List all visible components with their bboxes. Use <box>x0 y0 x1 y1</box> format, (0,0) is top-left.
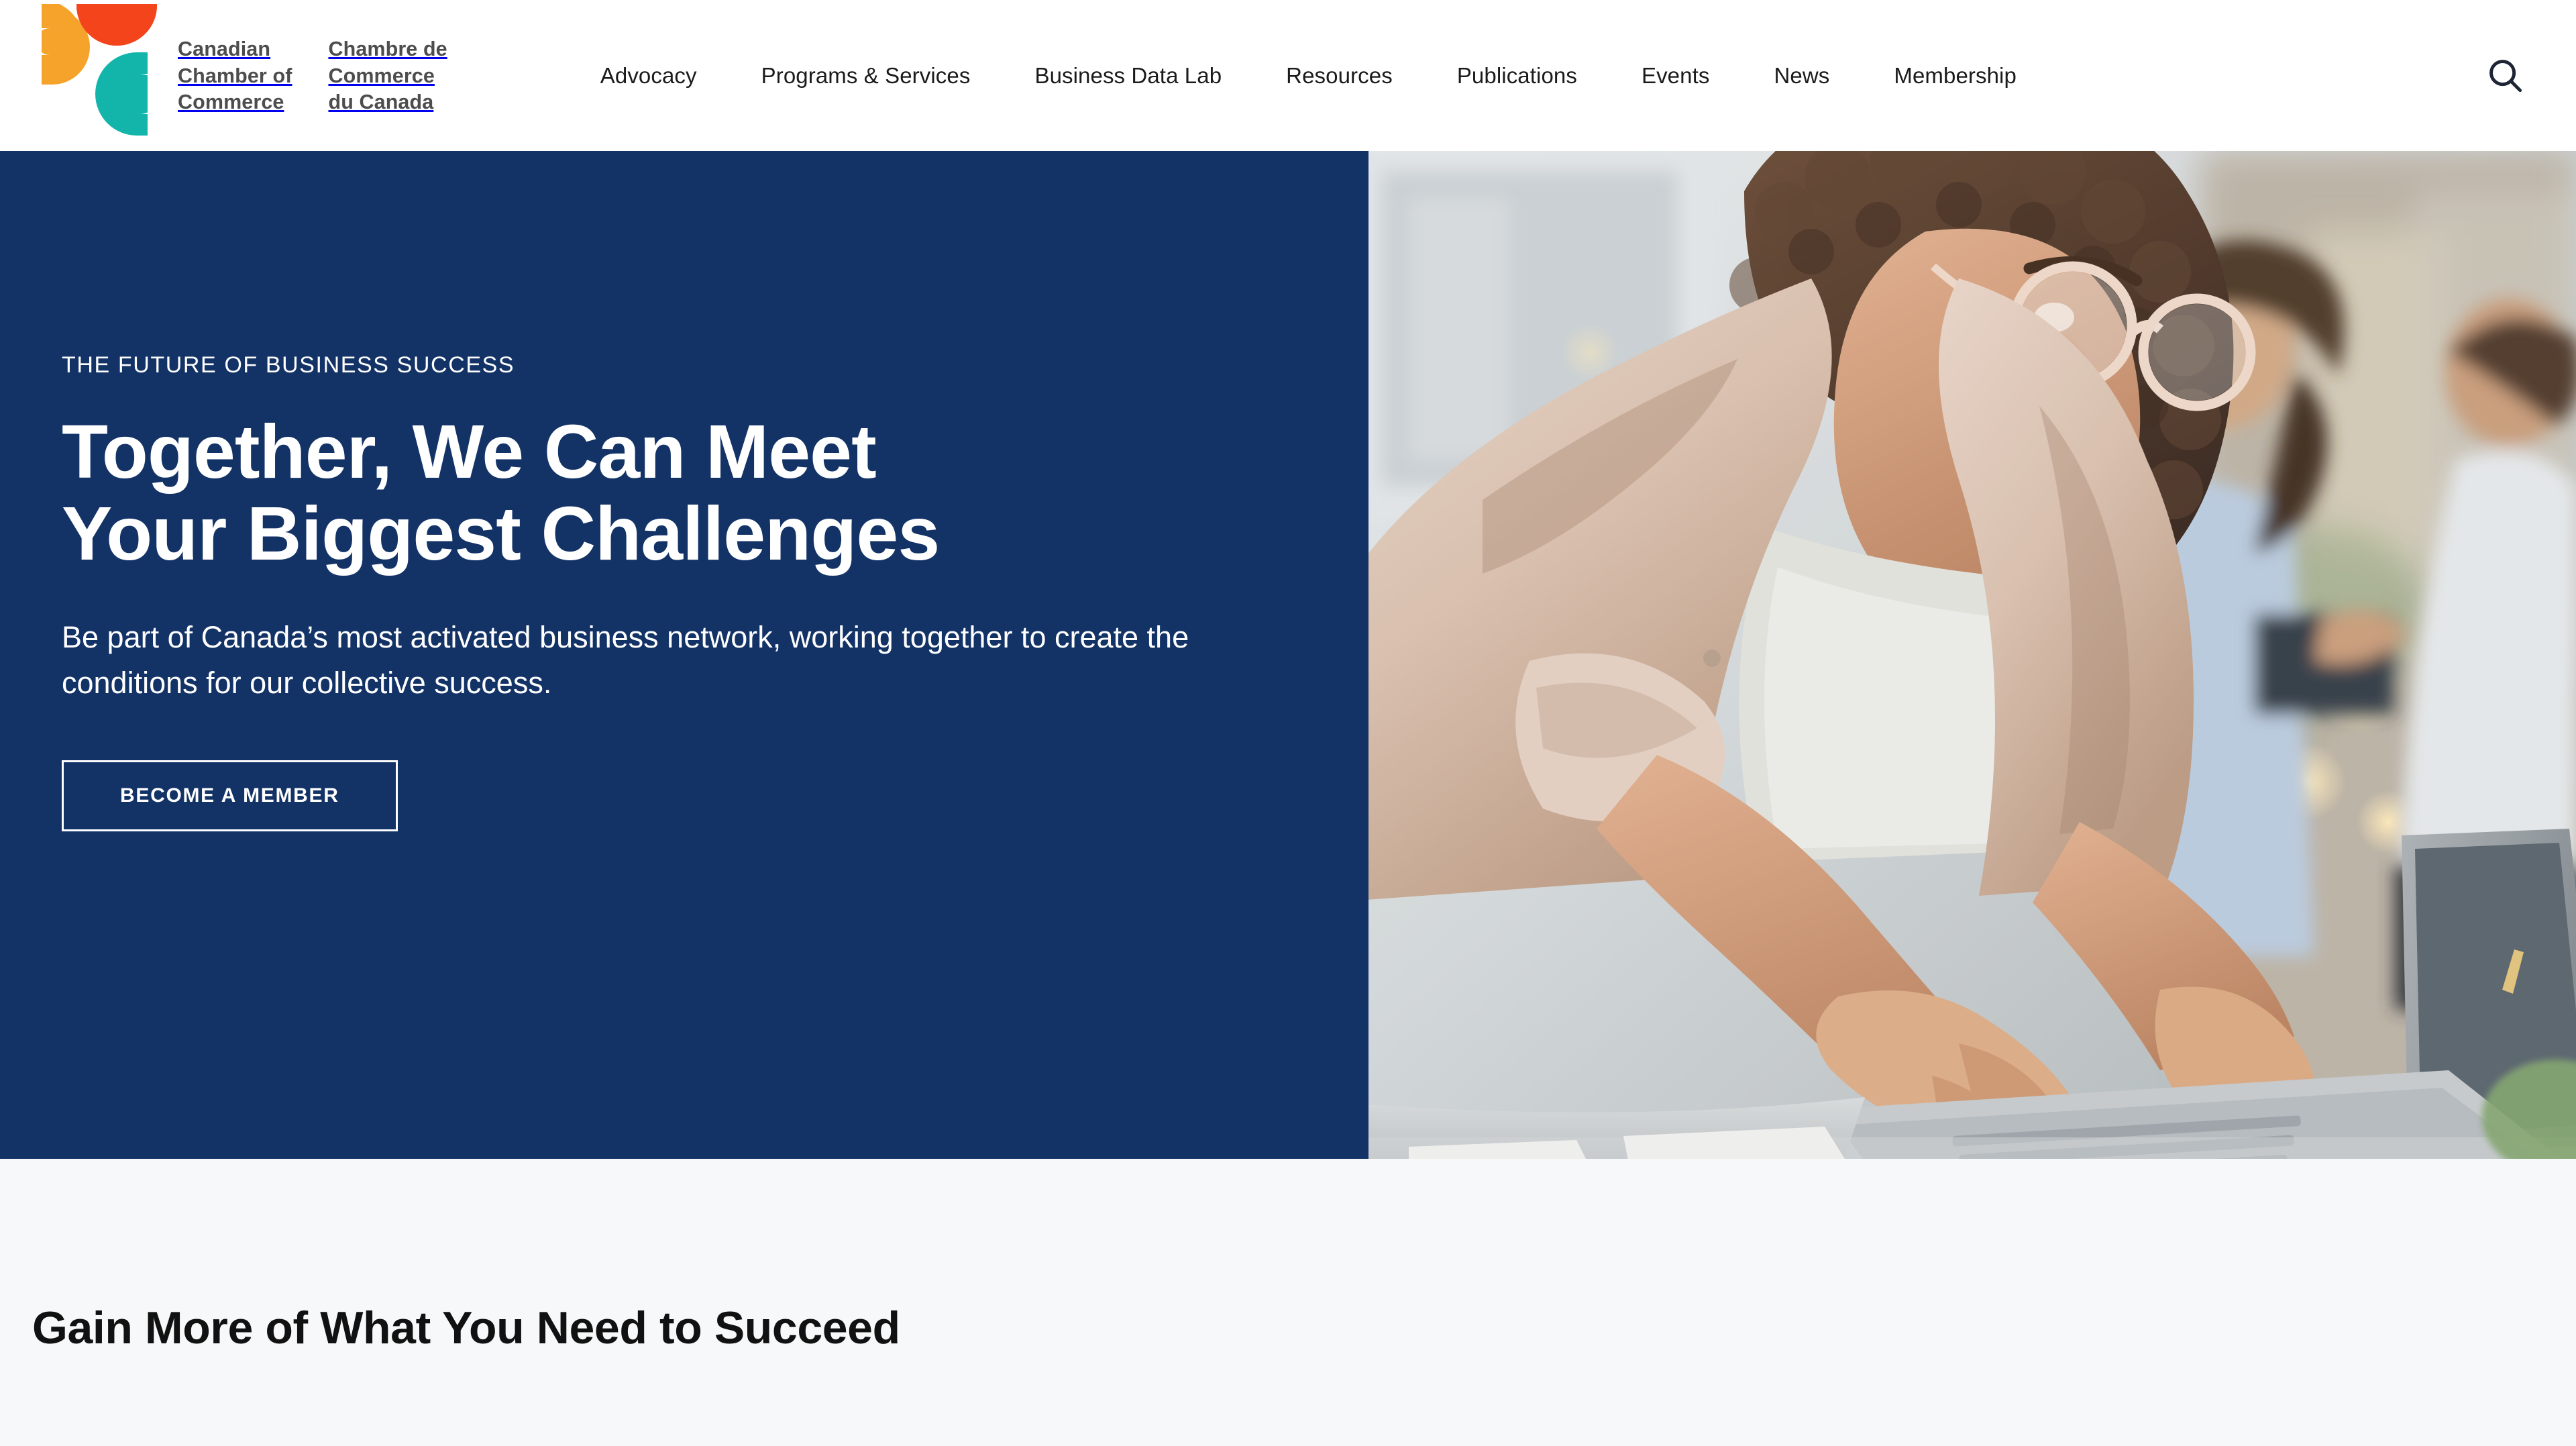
hero-section: THE FUTURE OF BUSINESS SUCCESS Together,… <box>0 151 2576 1159</box>
hero-photo <box>1368 151 2576 1159</box>
site-header: Canadian Chamber of Commerce Chambre de … <box>0 0 2576 151</box>
search-button[interactable] <box>2483 54 2528 98</box>
logo-word-en-2: Chamber of <box>178 64 292 87</box>
hero-body-text: Be part of Canada’s most activated busin… <box>62 620 1189 701</box>
nav-news[interactable]: News <box>1774 56 1829 95</box>
nav-resources[interactable]: Resources <box>1286 56 1393 95</box>
nav-membership[interactable]: Membership <box>1894 56 2017 95</box>
search-icon <box>2485 55 2526 97</box>
gain-more-section: Gain More of What You Need to Succeed <box>0 1159 2576 1446</box>
nav-advocacy[interactable]: Advocacy <box>600 56 697 95</box>
section-title: Gain More of What You Need to Succeed <box>32 1302 900 1353</box>
logo-word-fr-2: Commerce <box>328 64 435 87</box>
nav-publications[interactable]: Publications <box>1457 56 1577 95</box>
site-logo[interactable]: Canadian Chamber of Commerce Chambre de … <box>27 4 447 142</box>
logo-wordmark: Canadian Chamber of Commerce Chambre de … <box>178 36 447 116</box>
logo-wordmark-en: Canadian Chamber of Commerce <box>178 36 292 116</box>
hero-title-line-1: Together, We Can Meet <box>62 409 877 494</box>
logo-word-en-1: Canadian <box>178 38 271 61</box>
canadian-chamber-logo-mark <box>15 4 159 142</box>
logo-word-fr-1: Chambre de <box>328 38 447 61</box>
nav-events[interactable]: Events <box>1642 56 1710 95</box>
become-a-member-button[interactable]: BECOME A MEMBER <box>62 760 398 831</box>
logo-word-fr-3: du Canada <box>328 91 434 114</box>
logo-wordmark-fr: Chambre de Commerce du Canada <box>328 36 447 116</box>
hero-title: Together, We Can Meet Your Biggest Chall… <box>62 411 1248 574</box>
nav-business-data-lab[interactable]: Business Data Lab <box>1034 56 1222 95</box>
main-navigation: Advocacy Programs & Services Business Da… <box>600 54 2576 98</box>
hero-text-panel: THE FUTURE OF BUSINESS SUCCESS Together,… <box>0 151 1368 1159</box>
hero-eyebrow: THE FUTURE OF BUSINESS SUCCESS <box>62 352 515 378</box>
hero-title-line-2: Your Biggest Challenges <box>62 491 940 576</box>
logo-word-en-3: Commerce <box>178 91 284 114</box>
nav-programs-services[interactable]: Programs & Services <box>761 56 971 95</box>
